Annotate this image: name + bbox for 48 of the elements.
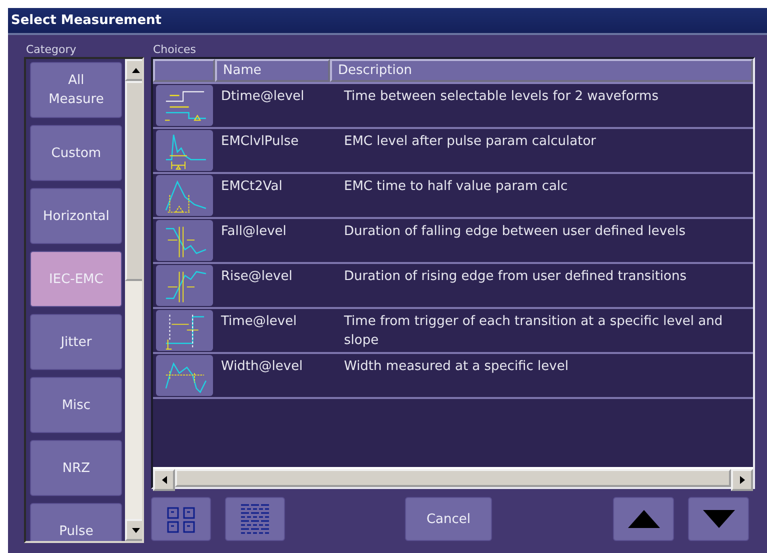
scroll-right-button[interactable] — [731, 469, 753, 491]
description-cell[interactable]: Duration of falling edge between user defined levels — [338, 219, 753, 262]
measurement-icon-button[interactable] — [156, 355, 213, 396]
vertical-scrollbar[interactable] — [125, 59, 142, 541]
measurement-icon-button[interactable] — [156, 130, 213, 171]
right-arrow-icon — [740, 476, 744, 484]
measurement-icon-button[interactable] — [156, 220, 213, 261]
left-arrow-icon — [162, 476, 166, 484]
description-cell[interactable]: Time from trigger of each transition at a specific level and slope — [338, 309, 753, 352]
measurement-icon-button[interactable] — [156, 175, 213, 216]
description-cell[interactable]: EMC level after pulse param calculator — [338, 129, 753, 172]
description-cell[interactable]: Width measured at a specific level — [338, 354, 753, 397]
name-cell[interactable]: Fall@level — [215, 219, 338, 262]
scroll-left-button[interactable] — [153, 469, 175, 491]
name-cell[interactable]: EMClvlPulse — [215, 129, 338, 172]
up-arrow-icon — [132, 68, 140, 72]
name-cell[interactable]: Width@level — [215, 354, 338, 397]
measurement-icon-button[interactable] — [156, 265, 213, 306]
category-button[interactable]: Misc — [30, 377, 122, 433]
cancel-button[interactable]: Cancel — [405, 497, 492, 541]
name-cell[interactable]: Rise@level — [215, 264, 338, 307]
category-button[interactable]: NRZ — [30, 440, 122, 496]
column-header — [153, 59, 215, 82]
category-button[interactable]: Pulse — [30, 503, 122, 541]
description-cell[interactable]: Duration of rising edge from user defined transitions — [338, 264, 753, 307]
name-cell[interactable]: Dtime@level — [215, 84, 338, 127]
column-header[interactable]: Description — [330, 59, 753, 82]
scroll-thumb[interactable] — [125, 81, 142, 281]
grid-view-button[interactable] — [151, 497, 211, 541]
down-triangle-icon — [702, 510, 734, 528]
window-title: Select Measurement — [8, 8, 767, 35]
name-cell[interactable]: EMCt2Val — [215, 174, 338, 217]
column-header[interactable]: Name — [215, 59, 330, 82]
name-cell[interactable]: Time@level — [215, 309, 338, 352]
category-button[interactable]: Horizontal — [30, 188, 122, 244]
down-arrow-icon — [132, 528, 140, 532]
description-cell[interactable]: Time between selectable levels for 2 waveforms — [338, 84, 753, 127]
measurement-icon-button[interactable] — [156, 85, 213, 126]
description-cell[interactable]: EMC time to half value param calc — [338, 174, 753, 217]
category-button[interactable]: Jitter — [30, 314, 122, 370]
up-triangle-icon — [628, 510, 660, 528]
category-button[interactable]: All Measure — [30, 62, 122, 118]
category-button[interactable]: Custom — [30, 125, 122, 181]
list-view-button[interactable] — [225, 497, 285, 541]
choices-label: Choices — [153, 43, 197, 57]
measurement-icon-button[interactable] — [156, 310, 213, 351]
scroll-thumb[interactable] — [175, 469, 731, 487]
category-label: Category — [26, 43, 78, 57]
